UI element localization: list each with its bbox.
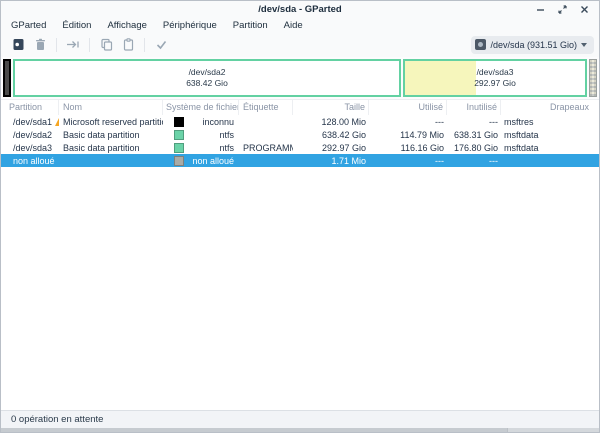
header-systeme-de-fichiers: Système de fichiers [163,100,239,115]
disk-segment-sda1[interactable] [3,59,11,97]
table-row-unallocated[interactable]: non alloué non alloué 1.71 Mio --- --- [1,154,599,167]
restore-button[interactable] [557,5,567,15]
hard-drive-icon [475,39,486,50]
toolbar-separator [89,38,90,52]
header-taille: Taille [293,100,369,115]
inutilise-value: 176.80 Gio [447,143,501,153]
header-drapeaux: Drapeaux [501,100,599,115]
partition-label: Microsoft reserved partition [59,117,163,127]
utilise-value: --- [369,156,447,166]
toolbar-separator [144,38,145,52]
header-utilise: Utilisé [369,100,447,115]
utilise-value: 116.16 Gio [369,143,447,153]
drapeaux-value: msftdata [501,130,599,140]
toolbar: /dev/sda (931.51 Gio) [1,34,599,57]
disk-segment-unallocated[interactable] [589,59,597,97]
disk-visual-bar: /dev/sda2 638.42 Gio /dev/sda3 292.97 Gi… [1,57,599,99]
segment-sda3-size: 292.97 Gio [474,78,516,89]
table-row-sda3[interactable]: /dev/sda3 Basic data partition ntfs PROG… [1,141,599,154]
partition-label: Basic data partition [59,130,163,140]
partition-table: Partition Nom Système de fichiers Étique… [1,99,599,167]
taille-value: 638.42 Gio [293,130,369,140]
header-partition: Partition [1,100,59,115]
filesystem-name: inconnu [184,117,239,127]
gparted-window: /dev/sda - GParted GParted Édition Affic… [0,0,600,433]
minimize-button[interactable] [535,5,545,15]
table-header: Partition Nom Système de fichiers Étique… [1,100,599,115]
inutilise-value: --- [447,117,501,127]
segment-sda2-size: 638.42 Gio [186,78,228,89]
utilise-value: 114.79 Mio [369,130,447,140]
copy-button[interactable] [95,36,117,54]
menu-gparted[interactable]: GParted [3,18,54,34]
device-selector-label: /dev/sda (931.51 Gio) [490,40,577,50]
utilise-value: --- [369,117,447,127]
new-partition-button[interactable] [7,36,29,54]
menu-edition[interactable]: Édition [54,18,99,34]
table-row-sda2[interactable]: /dev/sda2 Basic data partition ntfs 638.… [1,128,599,141]
filesystem-color-swatch [174,117,184,127]
close-button[interactable] [579,5,589,15]
taille-value: 1.71 Mio [293,156,369,166]
device-selector[interactable]: /dev/sda (931.51 Gio) [471,36,594,54]
delete-partition-button[interactable] [29,36,51,54]
partition-name: /dev/sda2 [13,130,52,140]
filesystem-color-swatch [174,156,184,166]
window-title: /dev/sda - GParted [1,4,599,15]
pending-operations-text: 0 opération en attente [11,414,103,425]
filesystem-name: ntfs [184,130,239,140]
drapeaux-value: msftres [501,117,599,127]
statusbar: 0 opération en attente [1,410,599,428]
partition-name: /dev/sda1 [13,117,52,127]
titlebar: /dev/sda - GParted [1,1,599,18]
drapeaux-value: msftdata [501,143,599,153]
menu-partition[interactable]: Partition [225,18,276,34]
toolbar-separator [56,38,57,52]
header-etiquette: Étiquette [239,100,293,115]
disk-segment-sda2[interactable]: /dev/sda2 638.42 Gio [13,59,401,97]
resize-grip[interactable] [507,428,599,432]
header-inutilise: Inutilisé [447,100,501,115]
partition-name: non alloué [13,156,55,166]
filesystem-name: non alloué [184,156,239,166]
apply-operations-button[interactable] [150,36,172,54]
empty-area [1,167,599,410]
paste-button[interactable] [117,36,139,54]
filesystem-color-swatch [174,143,184,153]
menubar: GParted Édition Affichage Périphérique P… [1,18,599,34]
menu-peripherique[interactable]: Périphérique [155,18,225,34]
partition-name: /dev/sda3 [13,143,52,153]
window-bottom-edge [1,428,599,432]
filesystem-color-swatch [174,130,184,140]
used-space-overlay [405,61,476,95]
etiquette-value: PROGRAMMES [239,143,293,153]
menu-aide[interactable]: Aide [276,18,311,34]
partition-label: Basic data partition [59,143,163,153]
inutilise-value: 638.31 Gio [447,130,501,140]
inutilise-value: --- [447,156,501,166]
segment-sda3-name: /dev/sda3 [474,67,516,78]
window-controls [535,5,599,15]
segment-sda2-name: /dev/sda2 [186,67,228,78]
chevron-down-icon [581,43,587,47]
warning-icon [55,118,59,126]
menu-affichage[interactable]: Affichage [99,18,154,34]
filesystem-name: ntfs [184,143,239,153]
table-row-sda1[interactable]: /dev/sda1 Microsoft reserved partition i… [1,115,599,128]
resize-move-button[interactable] [62,36,84,54]
header-nom: Nom [59,100,163,115]
taille-value: 292.97 Gio [293,143,369,153]
disk-segment-sda3[interactable]: /dev/sda3 292.97 Gio [403,59,587,97]
taille-value: 128.00 Mio [293,117,369,127]
